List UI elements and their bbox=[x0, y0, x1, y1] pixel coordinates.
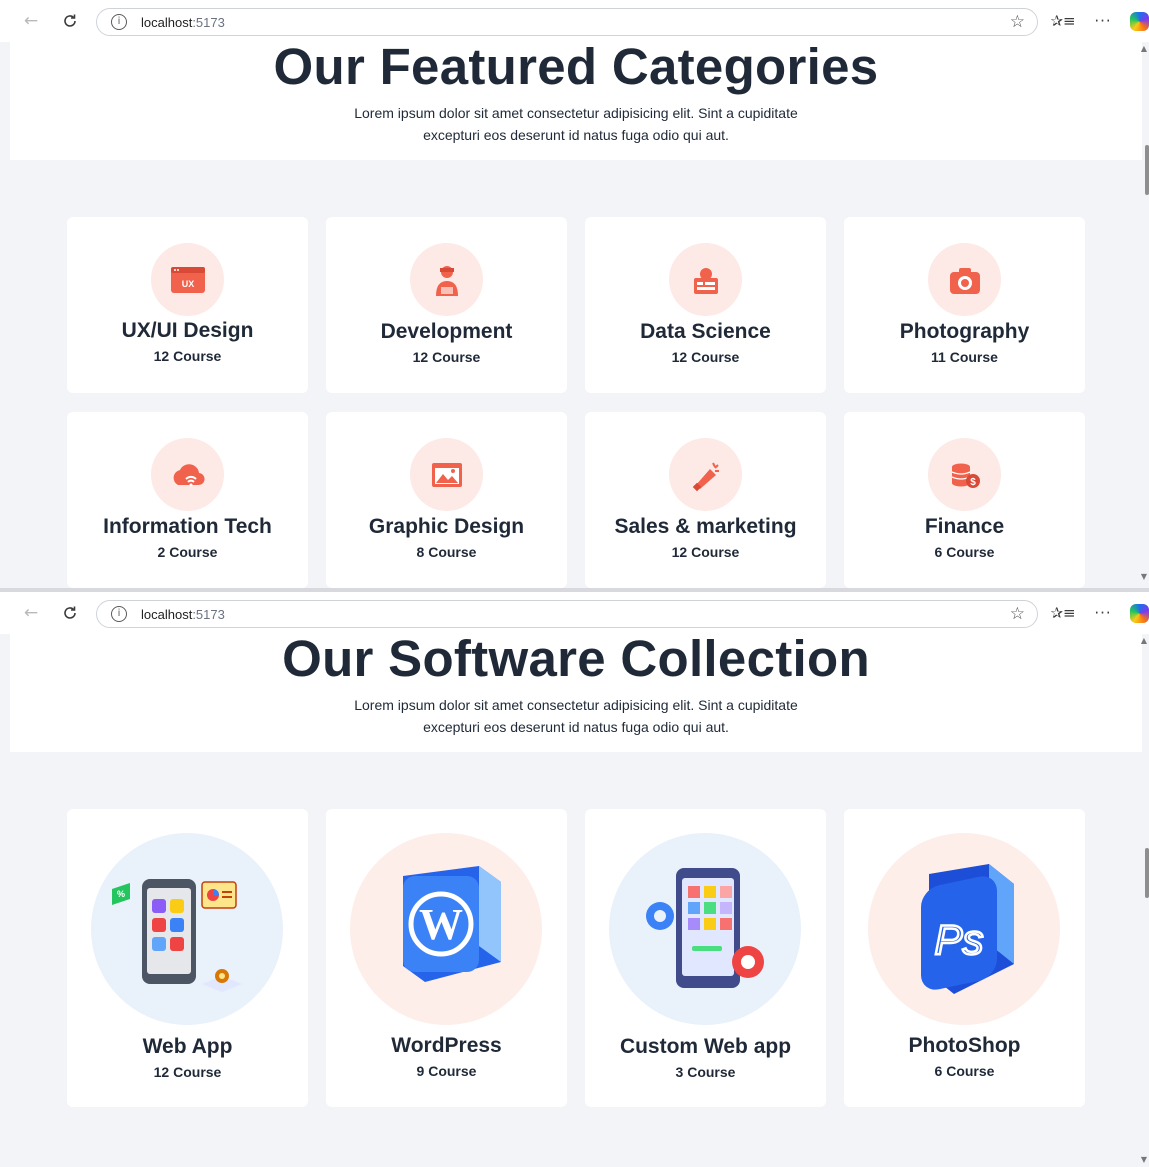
photoshop-logo-text: Ps bbox=[934, 916, 983, 963]
card-title: Custom Web app bbox=[619, 1035, 792, 1058]
card-count: 12 Course bbox=[671, 349, 740, 365]
cloud-wifi-icon bbox=[151, 438, 224, 511]
section-description: Lorem ipsum dolor sit amet consectetur a… bbox=[354, 697, 798, 735]
url-host: localhost bbox=[141, 15, 193, 30]
back-icon[interactable]: ← bbox=[20, 602, 42, 624]
card-count: 2 Course bbox=[157, 544, 218, 560]
url-text: localhost:5173 bbox=[141, 607, 225, 622]
card-title: Development bbox=[380, 320, 513, 343]
category-card[interactable]: Information Tech 2 Course bbox=[67, 412, 308, 588]
software-card[interactable]: W WordPress 9 Course bbox=[326, 809, 567, 1107]
section-header: Our Software Collection Lorem ipsum dolo… bbox=[10, 630, 1142, 752]
svg-text:%: % bbox=[117, 889, 125, 899]
card-title: UX/UI Design bbox=[121, 319, 254, 342]
category-card[interactable]: Sales & marketing 12 Course bbox=[585, 412, 826, 588]
svg-text:UX: UX bbox=[181, 279, 194, 289]
url-text: localhost:5173 bbox=[141, 15, 225, 30]
card-title: Sales & marketing bbox=[614, 515, 797, 538]
browser-toolbar: ← i localhost:5173 ☆ ✰≡ ··· bbox=[0, 592, 1149, 634]
software-card[interactable]: Ps PhotoShop 6 Course bbox=[844, 809, 1085, 1107]
megaphone-icon bbox=[669, 438, 742, 511]
scroll-down-arrow-icon[interactable]: ▼ bbox=[1141, 1155, 1147, 1164]
custom-app-icon bbox=[609, 833, 801, 1025]
star-icon[interactable]: ☆ bbox=[1010, 604, 1025, 624]
card-count: 12 Course bbox=[153, 348, 222, 364]
browser-toolbar: ← i localhost:5173 ☆ ✰≡ ··· bbox=[0, 0, 1149, 42]
category-card[interactable]: Photography 11 Course bbox=[844, 217, 1085, 393]
wordpress-icon: W bbox=[350, 833, 542, 1025]
info-icon[interactable]: i bbox=[111, 606, 127, 622]
star-icon[interactable]: ☆ bbox=[1010, 12, 1025, 32]
data-science-icon bbox=[669, 243, 742, 316]
address-bar[interactable]: i localhost:5173 ☆ bbox=[96, 8, 1038, 36]
card-count: 9 Course bbox=[416, 1063, 477, 1079]
copilot-icon[interactable] bbox=[1130, 604, 1149, 623]
section-description: Lorem ipsum dolor sit amet consectetur a… bbox=[354, 105, 798, 143]
screenshot-software-collection: ← i localhost:5173 ☆ ✰≡ ··· Our Software… bbox=[0, 592, 1149, 1167]
card-count: 3 Course bbox=[675, 1064, 736, 1080]
card-count: 12 Course bbox=[412, 349, 481, 365]
card-count: 6 Course bbox=[934, 544, 995, 560]
photoshop-icon: Ps bbox=[868, 833, 1060, 1025]
card-title: Information Tech bbox=[103, 515, 272, 538]
card-title: PhotoShop bbox=[908, 1034, 1021, 1057]
card-count: 11 Course bbox=[931, 349, 998, 365]
more-icon[interactable]: ··· bbox=[1092, 10, 1114, 32]
category-card[interactable]: Development 12 Course bbox=[326, 217, 567, 393]
scroll-up-arrow-icon[interactable]: ▲ bbox=[1141, 636, 1147, 645]
graphic-design-icon bbox=[410, 438, 483, 511]
software-card[interactable]: % Web App 12 Course bbox=[67, 809, 308, 1107]
favorites-icon[interactable]: ✰≡ bbox=[1050, 602, 1075, 624]
scroll-up-arrow-icon[interactable]: ▲ bbox=[1141, 44, 1147, 53]
favorites-icon[interactable]: ✰≡ bbox=[1050, 10, 1075, 32]
more-icon[interactable]: ··· bbox=[1092, 602, 1114, 624]
category-card[interactable]: UX UX/UI Design 12 Course bbox=[67, 217, 308, 393]
card-title: Photography bbox=[899, 320, 1030, 343]
developer-icon bbox=[410, 243, 483, 316]
card-title: Finance bbox=[924, 515, 1005, 538]
card-count: 6 Course bbox=[934, 1063, 995, 1079]
category-card[interactable]: Data Science 12 Course bbox=[585, 217, 826, 393]
copilot-icon[interactable] bbox=[1130, 12, 1149, 31]
card-title: Data Science bbox=[640, 320, 771, 343]
url-port: :5173 bbox=[192, 15, 225, 30]
info-icon[interactable]: i bbox=[111, 14, 127, 30]
svg-text:$: $ bbox=[970, 477, 976, 488]
card-count: 12 Course bbox=[671, 544, 740, 560]
card-title: Web App bbox=[142, 1035, 233, 1058]
category-card[interactable]: Graphic Design 8 Course bbox=[326, 412, 567, 588]
url-host: localhost bbox=[141, 607, 193, 622]
card-count: 12 Course bbox=[153, 1064, 222, 1080]
category-card[interactable]: $ Finance 6 Course bbox=[844, 412, 1085, 588]
url-port: :5173 bbox=[192, 607, 225, 622]
section-header: Our Featured Categories Lorem ipsum dolo… bbox=[10, 38, 1142, 160]
reload-icon[interactable] bbox=[59, 10, 81, 32]
screenshot-featured-categories: ← i localhost:5173 ☆ ✰≡ ··· Our Featured… bbox=[0, 0, 1149, 590]
mobile-web-app-icon: % bbox=[91, 833, 283, 1025]
scrollbar-thumb[interactable] bbox=[1145, 848, 1149, 898]
scroll-down-arrow-icon[interactable]: ▼ bbox=[1141, 572, 1147, 581]
page-title: Our Featured Categories bbox=[273, 38, 879, 95]
camera-icon bbox=[928, 243, 1001, 316]
card-title: Graphic Design bbox=[368, 515, 525, 538]
software-card[interactable]: Custom Web app 3 Course bbox=[585, 809, 826, 1107]
coins-icon: $ bbox=[928, 438, 1001, 511]
card-title: WordPress bbox=[391, 1034, 502, 1057]
back-icon[interactable]: ← bbox=[20, 10, 42, 32]
card-count: 8 Course bbox=[416, 544, 477, 560]
reload-icon[interactable] bbox=[59, 602, 81, 624]
address-bar[interactable]: i localhost:5173 ☆ bbox=[96, 600, 1038, 628]
scrollbar-thumb[interactable] bbox=[1145, 145, 1149, 195]
svg-text:W: W bbox=[419, 900, 463, 949]
page-title: Our Software Collection bbox=[282, 630, 870, 687]
ux-window-icon: UX bbox=[151, 243, 224, 316]
